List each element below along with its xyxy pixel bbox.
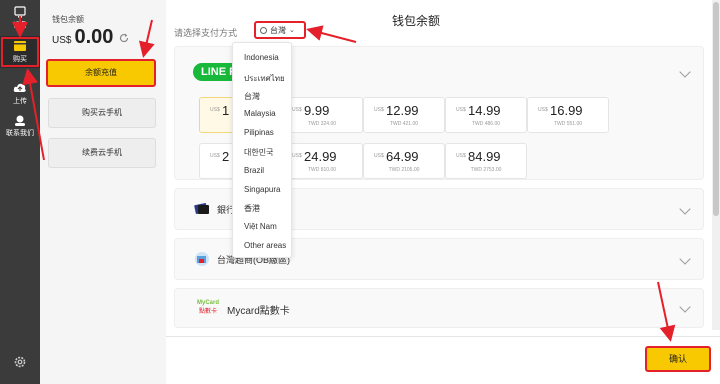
amount-twd: TWD 2105.00 [388, 167, 420, 173]
region-option[interactable]: 台灣 [244, 91, 260, 102]
confirm-button[interactable]: 确认 [645, 346, 711, 372]
amount-twd: TWD 324.00 [307, 121, 337, 127]
nav-label: 上传 [13, 98, 27, 105]
balance-value: 0.00 [74, 26, 114, 48]
payment-method-label: 请选择支付方式 [174, 28, 238, 38]
amount-value: 1 [222, 103, 230, 118]
amount-currency: US$ [374, 153, 384, 159]
bank-card-icon [194, 203, 209, 214]
nav-item-upload[interactable]: 上传 [0, 78, 40, 110]
region-option[interactable]: Indonesia [244, 53, 279, 62]
amount-value: 12.99 [386, 103, 419, 118]
mycard-logo-subtext: 點數卡 [198, 309, 217, 315]
amount-twd: TWD 2753.00 [470, 167, 502, 173]
amount-option[interactable]: US$ 14.99 TWD 486.00 [445, 97, 527, 133]
renew-cloud-phone-button[interactable]: 续费云手机 [48, 138, 156, 168]
footer-divider [166, 336, 720, 337]
amount-currency: US$ [456, 153, 466, 159]
wallet-sidebar: 钱包余额 US$ 0.00 余额充值 购买云手机 续费云手机 [40, 0, 166, 384]
amount-twd: TWD 486.00 [471, 121, 501, 127]
region-option[interactable]: 대한민국 [244, 147, 273, 158]
amount-currency: US$ [210, 153, 220, 159]
amount-value: 16.99 [550, 103, 583, 118]
amount-value: 2 [222, 149, 230, 164]
region-option[interactable]: 香港 [244, 203, 260, 214]
device-icon [14, 6, 26, 18]
amount-value: 9.99 [304, 103, 330, 118]
refresh-icon[interactable] [119, 33, 129, 43]
chevron-down-icon[interactable] [679, 203, 691, 215]
region-select[interactable]: 台灣 ⌄ [254, 21, 306, 39]
region-option[interactable]: ประเทศไทย [244, 72, 285, 85]
amount-option[interactable]: US$ 12.99 TWD 421.00 [363, 97, 445, 133]
mycard-logo-text: MyCard [196, 300, 219, 306]
balance-display: US$ 0.00 [52, 26, 129, 49]
region-value: 台灣 [270, 25, 286, 35]
nav-item-contact[interactable]: 联系我们 [0, 110, 40, 142]
amount-value: 14.99 [468, 103, 501, 118]
region-option[interactable]: Singapura [244, 185, 280, 194]
amount-currency: US$ [292, 107, 302, 113]
region-dropdown: Indonesia ประเทศไทย 台灣 Malaysia Pilipinas 대한민… [232, 42, 292, 258]
amount-option[interactable]: US$ 84.99 TWD 2753.00 [445, 143, 527, 179]
upload-cloud-icon [13, 83, 26, 92]
amount-option[interactable]: US$ 24.99 TWD 810.00 [281, 143, 363, 179]
region-option[interactable]: Việt Nam [244, 222, 277, 231]
amount-option[interactable]: US$ 16.99 TWD 551.00 [527, 97, 609, 133]
amount-twd: TWD 551.00 [553, 121, 583, 127]
chevron-down-icon: ⌄ [289, 27, 295, 34]
payment-method-mycard[interactable]: MyCard 點數卡 Mycard點數卡 [174, 288, 704, 328]
balance-label: 钱包余额 [52, 15, 84, 24]
amount-currency: US$ [210, 107, 220, 113]
region-option[interactable]: Malaysia [244, 109, 276, 118]
region-option[interactable]: Other areas [244, 241, 286, 250]
nav-label: 联系我们 [6, 130, 34, 137]
amount-twd: TWD 810.00 [307, 167, 337, 173]
chevron-down-icon[interactable] [679, 253, 691, 265]
nav-label: 设备 [13, 22, 27, 29]
amount-currency: US$ [538, 107, 548, 113]
store-icon [195, 252, 209, 266]
balance-currency: US$ [52, 35, 72, 46]
amount-value: 64.99 [386, 149, 419, 164]
amount-option[interactable]: US$ 64.99 TWD 2105.00 [363, 143, 445, 179]
location-icon [260, 26, 267, 34]
method-name: Mycard點數卡 [227, 306, 290, 317]
main-nav: 设备 购买 上传 联系我们 [0, 0, 40, 384]
amount-value: 84.99 [468, 149, 501, 164]
topup-button[interactable]: 余额充值 [46, 59, 156, 87]
chevron-down-icon[interactable] [679, 66, 691, 78]
support-icon [15, 115, 25, 126]
amount-option[interactable]: US$ 9.99 TWD 324.00 [281, 97, 363, 133]
amount-currency: US$ [374, 107, 384, 113]
amount-twd: TWD 421.00 [389, 121, 419, 127]
nav-item-device[interactable]: 设备 [0, 2, 40, 34]
amount-value: 24.99 [304, 149, 337, 164]
mycard-logo: MyCard 點數卡 [195, 299, 221, 319]
page-title: 钱包余额 [391, 14, 440, 28]
region-option[interactable]: Pilipinas [244, 128, 274, 137]
chevron-down-icon[interactable] [679, 301, 691, 313]
amount-currency: US$ [292, 153, 302, 159]
region-option[interactable]: Brazil [244, 166, 264, 175]
cart-icon [14, 41, 26, 51]
scrollbar-thumb[interactable] [713, 2, 719, 216]
nav-item-buy[interactable]: 购买 [0, 36, 40, 68]
nav-label: 购买 [13, 56, 27, 63]
amount-currency: US$ [456, 107, 466, 113]
buy-cloud-phone-button[interactable]: 购买云手机 [48, 98, 156, 128]
gear-icon[interactable] [12, 354, 28, 370]
scrollbar[interactable] [712, 0, 720, 330]
